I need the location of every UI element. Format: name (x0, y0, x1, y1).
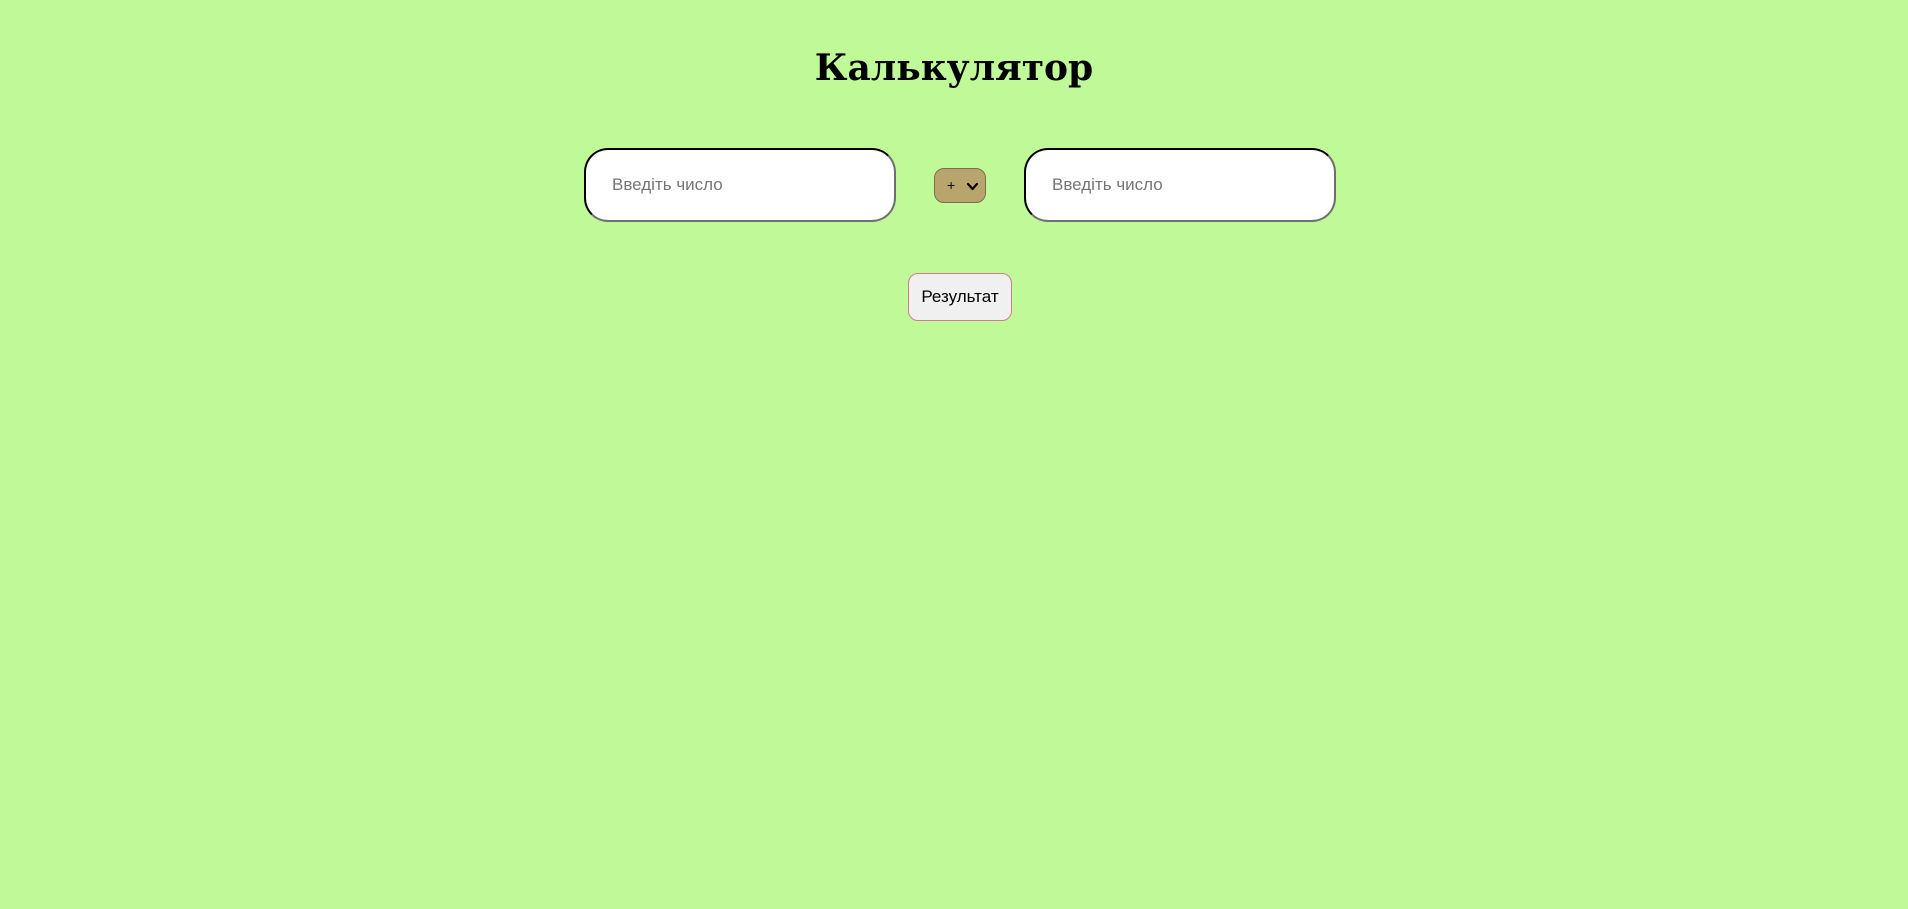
operator-select[interactable]: + (934, 168, 986, 203)
second-number-input[interactable] (1024, 148, 1336, 222)
first-number-input[interactable] (584, 148, 896, 222)
page-title: Калькулятор (814, 47, 1094, 89)
operator-selected-value: + (947, 177, 956, 193)
chevron-down-icon (966, 182, 979, 191)
result-button[interactable]: Результат (908, 273, 1012, 321)
